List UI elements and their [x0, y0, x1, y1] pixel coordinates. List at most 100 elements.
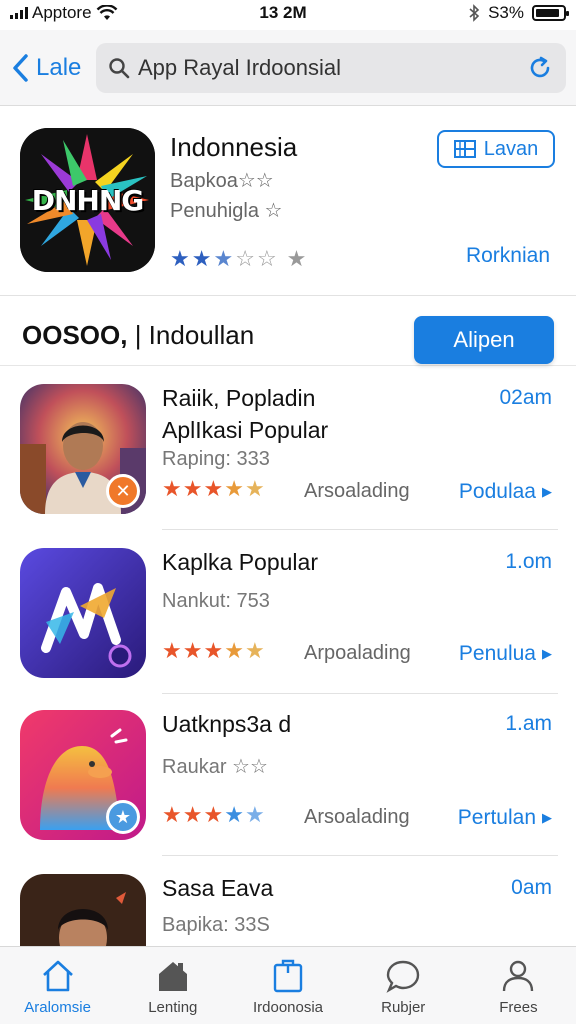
app-link-label: Penulua — [458, 642, 536, 665]
featured-logo-text: DNHNG — [31, 184, 145, 217]
featured-app-icon: DNHNG — [20, 128, 155, 272]
star-icon: ★ — [224, 802, 244, 827]
star-icon: ★ — [213, 246, 234, 271]
triangle-right-icon: ▶ — [542, 810, 552, 825]
featured-app[interactable]: DNHNG Indonnesia Bapkoa☆☆ Penuhigla ☆ ★ … — [0, 112, 576, 296]
star-icon: ★ — [203, 802, 224, 827]
featured-link[interactable]: Rorknian — [466, 244, 550, 268]
tab-label: Aralomsie — [24, 999, 91, 1016]
tab-indonesia[interactable]: Irdoonosia — [230, 947, 345, 1024]
list-item[interactable]: ✕ Raiik, Popladin AplIkasi Popular 02am … — [0, 366, 576, 530]
chat-bubble-icon — [386, 960, 420, 993]
star-icon: ★ — [162, 802, 182, 827]
section-title: OOSOO, | Indoullan — [22, 320, 254, 351]
status-time: 13 2M — [259, 3, 307, 22]
star-icon: ★ — [224, 638, 244, 663]
star-icon: ★ — [203, 476, 224, 501]
app-category: Arsoalading — [304, 806, 410, 828]
portrait-icon — [20, 874, 146, 946]
app-category: Arpoalading — [304, 642, 411, 664]
app-link[interactable]: Penulua ▶ — [459, 642, 552, 666]
app-title: Kaplka Popular — [162, 549, 318, 575]
featured-rating-stars: ★ ★ ★ ☆ ☆ ★ — [170, 246, 306, 272]
reload-icon[interactable] — [526, 54, 554, 82]
star-icon: ★ — [286, 246, 307, 271]
tab-lenting[interactable]: Lenting — [115, 947, 230, 1024]
app-rating-text: Bapika: 33S — [162, 914, 270, 936]
featured-subtitle: Bapkoa☆☆ — [170, 170, 274, 192]
app-rating-text: Nankut: 753 — [162, 590, 270, 612]
tab-rubjer[interactable]: Rubjer — [346, 947, 461, 1024]
house-icon — [158, 962, 187, 991]
app-icon: ✕ — [20, 384, 146, 514]
alipen-button[interactable]: Alipen — [414, 316, 554, 364]
person-icon — [503, 960, 534, 992]
app-category: Arsoalading — [304, 480, 410, 502]
list-item[interactable]: Kaplka Popular 1.om Nankut: 753 ★ ★ ★ ★ … — [0, 530, 576, 694]
star-icon: ★ — [244, 638, 265, 663]
section-title-rest: | Indoullan — [127, 320, 255, 350]
triangle-right-icon: ▶ — [542, 646, 552, 661]
battery-percent: S3% — [488, 3, 524, 22]
star-icon: ★ — [162, 476, 182, 501]
search-bar[interactable] — [96, 42, 566, 93]
zigzag-logo-icon — [20, 548, 146, 678]
app-title: Uatknps3a d — [162, 711, 292, 737]
app-link[interactable]: Podulaa ▶ — [459, 480, 552, 504]
star-icon: ★ — [182, 802, 203, 827]
bluetooth-icon — [469, 4, 480, 22]
app-link-label: Pertulan — [457, 806, 536, 829]
tab-bar: Aralomsie Lenting Irdoonosia Rubjer Free… — [0, 946, 576, 1024]
lavan-button[interactable]: Lavan — [437, 130, 555, 168]
tab-home[interactable]: Aralomsie — [0, 947, 115, 1024]
search-icon — [109, 57, 130, 78]
app-time: 02am — [499, 386, 552, 409]
bag-icon — [273, 959, 303, 993]
app-icon — [20, 874, 146, 946]
app-rating-text: Raping: 333 — [162, 448, 270, 470]
app-link[interactable]: Pertulan ▶ — [458, 806, 552, 830]
tab-label: Lenting — [148, 999, 198, 1016]
home-icon — [42, 960, 73, 992]
app-rating-text: Raukar ☆☆ — [162, 756, 268, 778]
star-badge-icon: ★ — [106, 800, 140, 834]
status-bar: Apptore 13 2M S3% — [0, 0, 576, 26]
star-icon: ★ — [170, 246, 190, 271]
star-icon: ☆ — [235, 246, 255, 271]
battery-icon — [532, 5, 569, 21]
app-rating-stars: ★ ★ ★ ★ ★ — [162, 638, 265, 664]
close-badge-icon: ✕ — [106, 474, 140, 508]
star-icon: ★ — [162, 638, 182, 663]
app-rating-stars: ★ ★ ★ ★ ★ — [162, 802, 265, 828]
tab-frees[interactable]: Frees — [461, 947, 576, 1024]
section-header: OOSOO, | Indoullan Alipen — [0, 300, 576, 366]
app-title: Sasa Eava — [162, 875, 274, 901]
chevron-left-icon — [13, 53, 28, 82]
star-icon: ★ — [244, 476, 265, 501]
grid-icon — [453, 140, 476, 158]
back-label: Lale — [36, 53, 82, 81]
featured-subtitle-2: Penuhigla ☆ — [170, 200, 283, 222]
app-title: Raiik, Popladin AplIkasi Popular — [162, 385, 329, 443]
app-icon: ★ — [20, 710, 146, 840]
wifi-icon — [96, 5, 117, 20]
back-button[interactable]: Lale — [10, 53, 96, 83]
star-icon: ★ — [182, 638, 203, 663]
tab-label: Irdoonosia — [252, 999, 324, 1016]
lavan-button-label: Lavan — [483, 137, 539, 160]
app-time: 0am — [511, 876, 552, 899]
star-icon: ★ — [244, 802, 265, 827]
app-link-label: Podulaa — [458, 480, 536, 503]
tab-label: Rubjer — [381, 999, 426, 1016]
app-time: 1.am — [505, 712, 552, 735]
carrier-label: Apptore — [32, 3, 92, 22]
list-item[interactable]: ★ Uatknps3a d 1.am Raukar ☆☆ ★ ★ ★ ★ ★ A… — [0, 692, 576, 856]
search-input[interactable] — [138, 54, 518, 81]
app-rating-stars: ★ ★ ★ ★ ★ — [162, 476, 265, 502]
star-icon: ★ — [182, 476, 203, 501]
tab-label: Frees — [499, 999, 538, 1016]
star-icon: ★ — [224, 476, 244, 501]
star-icon: ☆ — [256, 246, 277, 271]
status-right: S3% — [396, 3, 569, 23]
list-item[interactable]: Sasa Eava 0am Bapika: 33S — [0, 856, 576, 946]
